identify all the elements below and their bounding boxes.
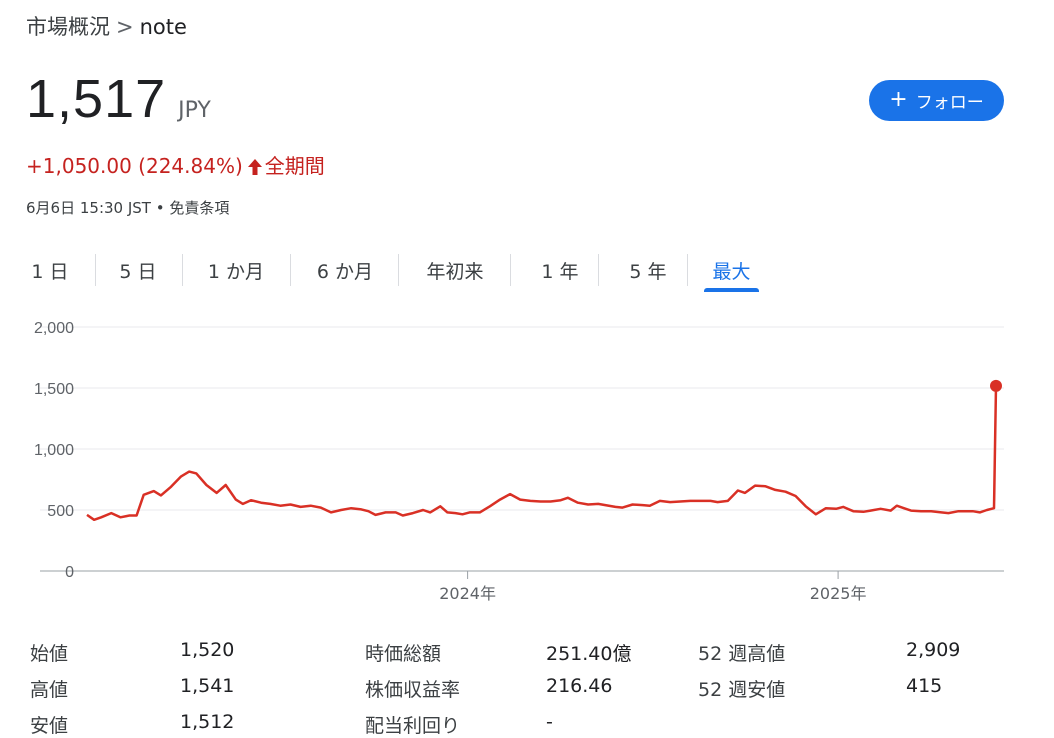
stat-value-dividend-yield: - xyxy=(546,711,553,733)
tab-divider xyxy=(687,254,688,286)
stat-label-market-cap: 時価総額 xyxy=(365,643,442,665)
follow-button-label: フォロー xyxy=(915,93,984,113)
stat-value-market-cap: 251.40億 xyxy=(546,643,632,665)
currency-code: JPY xyxy=(178,98,211,123)
x-tick-label: 2025年 xyxy=(810,584,867,603)
tab-divider xyxy=(95,254,96,286)
price-row: 1,517 JPY xyxy=(26,68,211,130)
quote-meta: 6月6日 15:30 JST • 免責条項 xyxy=(26,197,229,218)
tab-5-years[interactable]: 5 年 xyxy=(608,248,688,292)
follow-button[interactable]: + フォロー xyxy=(869,80,1004,121)
y-tick-label: 2,000 xyxy=(34,320,74,337)
breadcrumb-parent-link[interactable]: 市場概況 xyxy=(26,15,110,39)
y-tick-label: 500 xyxy=(47,503,74,520)
stat-value-52w-high: 2,909 xyxy=(906,639,961,661)
stat-label-pe-ratio: 株価収益率 xyxy=(365,679,461,701)
change-value: +1,050.00 (224.84%) xyxy=(26,154,243,178)
breadcrumb-separator: > xyxy=(116,15,134,39)
stat-label-dividend-yield: 配当利回り xyxy=(365,715,461,737)
y-tick-label: 1,000 xyxy=(34,442,74,459)
arrow-up-icon xyxy=(247,157,263,181)
tab-ytd[interactable]: 年初来 xyxy=(410,248,500,292)
price-chart[interactable]: 0 500 1,000 1,500 2,000 2024年 2025年 xyxy=(0,300,1054,610)
stat-label-low: 安値 xyxy=(30,715,69,737)
price-line xyxy=(86,385,998,522)
stat-value-low: 1,512 xyxy=(180,711,235,733)
stat-label-open: 始値 xyxy=(30,643,69,665)
stat-label-52w-high: 52 週高値 xyxy=(698,643,786,665)
breadcrumb-current: note xyxy=(139,15,187,39)
disclaimer-link[interactable]: • 免責条項 xyxy=(156,199,230,217)
tab-6-months[interactable]: 6 か月 xyxy=(302,248,388,292)
y-tick-label: 0 xyxy=(65,564,74,581)
price-change: +1,050.00 (224.84%) 全期間 xyxy=(26,150,325,181)
timestamp: 6月6日 15:30 JST xyxy=(26,199,151,217)
stat-value-52w-low: 415 xyxy=(906,675,943,697)
tab-divider xyxy=(290,254,291,286)
stat-label-high: 高値 xyxy=(30,679,69,701)
change-period: 全期間 xyxy=(264,154,325,178)
stat-value-high: 1,541 xyxy=(180,675,235,697)
stat-value-pe-ratio: 216.46 xyxy=(546,675,613,697)
current-price: 1,517 xyxy=(26,69,167,129)
last-price-dot xyxy=(990,379,1002,392)
tab-max[interactable]: 最大 xyxy=(704,248,759,292)
tab-1-year[interactable]: 1 年 xyxy=(520,248,600,292)
tab-1-month[interactable]: 1 か月 xyxy=(193,248,279,292)
stat-value-open: 1,520 xyxy=(180,639,235,661)
tab-divider xyxy=(598,254,599,286)
plus-icon: + xyxy=(889,86,908,112)
tab-divider xyxy=(398,254,399,286)
tab-divider xyxy=(182,254,183,286)
y-tick-label: 1,500 xyxy=(34,381,74,398)
tab-5-days[interactable]: 5 日 xyxy=(106,248,170,292)
tab-divider xyxy=(510,254,511,286)
breadcrumb: 市場概況 > note xyxy=(26,11,187,41)
stat-label-52w-low: 52 週安値 xyxy=(698,679,786,701)
tab-1-day[interactable]: 1 日 xyxy=(18,248,82,292)
x-tick-label: 2024年 xyxy=(439,584,496,603)
